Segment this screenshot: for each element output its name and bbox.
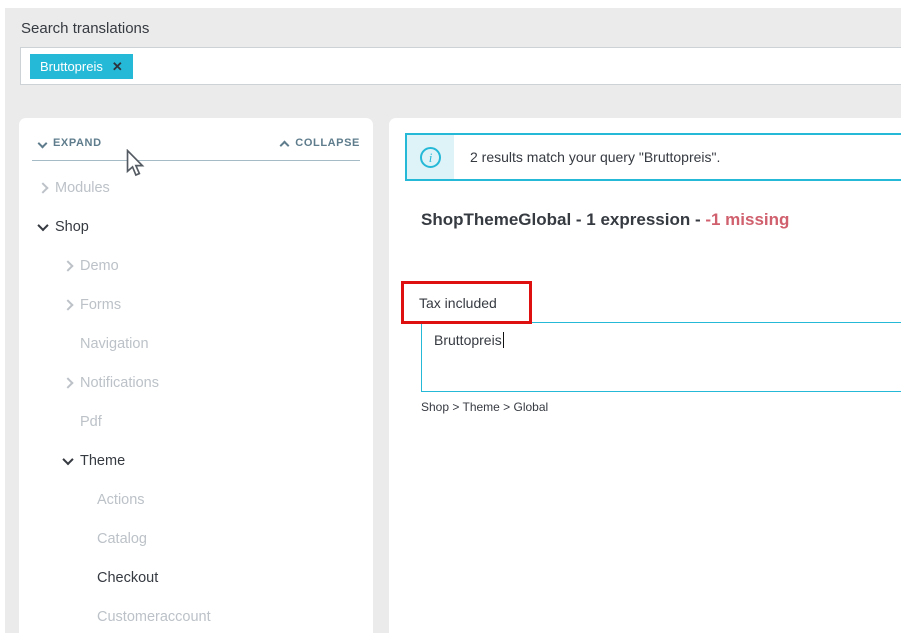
red-annotation-box: Tax included <box>401 281 532 324</box>
alert-message: 2 results match your query "Bruttopreis"… <box>470 149 721 165</box>
tree-item-forms[interactable]: Forms <box>19 285 373 324</box>
tree-item-label: Actions <box>97 491 145 508</box>
tree-item-label: Checkout <box>97 569 159 586</box>
heading-prefix: ShopThemeGlobal - 1 expression - <box>421 210 706 229</box>
tree-item-label: Pdf <box>80 413 102 430</box>
remove-tag-icon[interactable]: ✕ <box>112 60 123 73</box>
tree-item-label: Theme <box>80 452 126 469</box>
tree-item-notifications[interactable]: Notifications <box>19 363 373 402</box>
translation-field-label: Tax included <box>404 284 529 321</box>
tree-item-navigation[interactable]: Navigation <box>19 324 373 363</box>
chevron-up-icon <box>280 139 288 147</box>
tree-item-label: Shop <box>55 218 89 235</box>
tree-header-divider <box>32 160 360 161</box>
collapse-label: COLLAPSE <box>295 137 360 149</box>
search-input[interactable]: Bruttopreis ✕ <box>20 47 901 85</box>
chevron-right-icon <box>61 379 74 387</box>
result-group-heading: ShopThemeGlobal - 1 expression - -1 miss… <box>421 207 789 233</box>
tree-item-label: Customeraccount <box>97 608 211 625</box>
domain-tree-panel: EXPAND COLLAPSE Modules Shop Demo Forms Navi… <box>19 118 373 633</box>
results-panel: i 2 results match your query "Bruttoprei… <box>389 118 901 633</box>
chevron-down-icon <box>61 457 74 465</box>
chevron-down-icon <box>38 139 46 147</box>
translation-value: Bruttopreis <box>434 332 502 348</box>
chevron-right-icon <box>36 184 49 192</box>
search-tag: Bruttopreis ✕ <box>30 53 133 79</box>
search-translations-label: Search translations <box>21 20 150 37</box>
tree-item-modules[interactable]: Modules <box>19 168 373 207</box>
text-caret <box>502 332 504 348</box>
tree-item-pdf[interactable]: Pdf <box>19 402 373 441</box>
tree-item-demo[interactable]: Demo <box>19 246 373 285</box>
tree-item-theme[interactable]: Theme <box>19 441 373 480</box>
tree-item-shop[interactable]: Shop <box>19 207 373 246</box>
chevron-placeholder <box>61 341 74 347</box>
tree-item-customeraccount[interactable]: Customeraccount <box>19 597 373 633</box>
tree-item-label: Forms <box>80 296 122 313</box>
info-alert: i 2 results match your query "Bruttoprei… <box>405 133 901 181</box>
tree-item-actions[interactable]: Actions <box>19 480 373 519</box>
tree-item-label: Notifications <box>80 374 159 391</box>
breadcrumb: Shop > Theme > Global <box>421 400 549 414</box>
collapse-all-button[interactable]: COLLAPSE <box>280 137 360 149</box>
domain-tree: Modules Shop Demo Forms Navigation Notificati… <box>19 168 373 633</box>
expand-all-button[interactable]: EXPAND <box>38 137 102 149</box>
info-alert-icon-cell: i <box>407 135 454 179</box>
chevron-right-icon <box>61 262 74 270</box>
tree-header: EXPAND COLLAPSE <box>38 137 360 149</box>
chevron-down-icon <box>36 223 49 231</box>
expand-label: EXPAND <box>53 137 102 149</box>
chevron-right-icon <box>61 301 74 309</box>
tree-item-label: Modules <box>55 179 110 196</box>
info-icon: i <box>420 146 441 168</box>
tree-item-label: Catalog <box>97 530 147 547</box>
translation-textarea[interactable]: Bruttopreis <box>421 322 901 392</box>
tree-item-label: Navigation <box>80 335 149 352</box>
search-tag-label: Bruttopreis <box>40 58 103 74</box>
tree-item-checkout[interactable]: Checkout <box>19 558 373 597</box>
chevron-placeholder <box>61 419 74 425</box>
tree-item-label: Demo <box>80 257 119 274</box>
missing-count: -1 missing <box>705 210 790 229</box>
tree-item-catalog[interactable]: Catalog <box>19 519 373 558</box>
